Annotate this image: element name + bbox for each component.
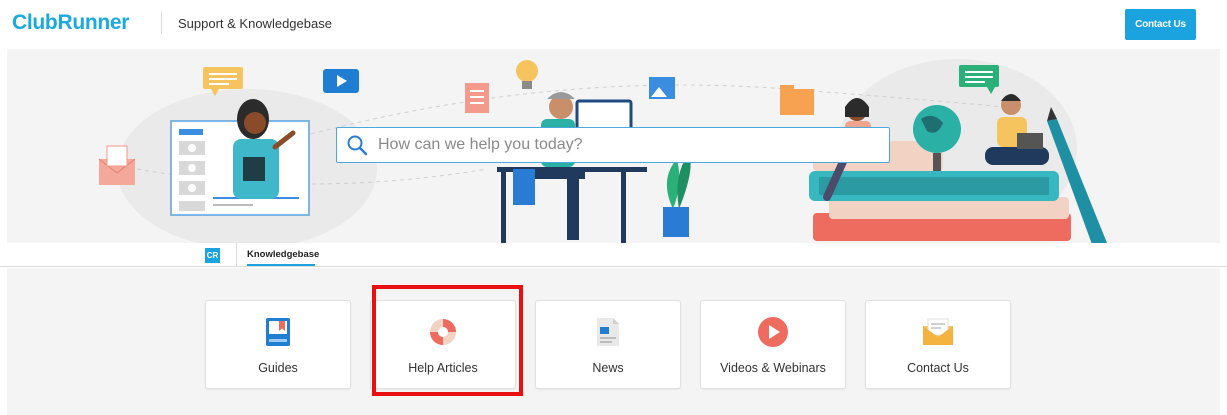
header: ClubRunner Support & Knowledgebase Conta… <box>0 0 1227 48</box>
guides-card[interactable]: Guides <box>205 300 351 389</box>
play-icon <box>757 316 789 348</box>
envelope-icon <box>922 316 954 348</box>
search-icon[interactable] <box>346 134 368 156</box>
knowledgebase-tabs: CR Knowledgebase <box>0 243 1227 267</box>
active-tab-indicator <box>247 264 315 266</box>
header-divider <box>161 12 162 34</box>
help-articles-highlight <box>372 285 523 396</box>
contact-us-button[interactable]: Contact Us <box>1125 9 1196 40</box>
search-box[interactable] <box>336 127 890 163</box>
newspaper-icon <box>592 316 624 348</box>
videos-webinars-card[interactable]: Videos & Webinars <box>700 300 846 389</box>
tab-divider <box>236 243 237 267</box>
contact-us-label: Contact Us <box>907 361 969 375</box>
tab-knowledgebase[interactable]: Knowledgebase <box>247 249 319 260</box>
guides-label: Guides <box>258 361 298 375</box>
site-title[interactable]: Support & Knowledgebase <box>178 16 332 31</box>
news-card[interactable]: News <box>535 300 681 389</box>
clubrunner-logo[interactable]: ClubRunner <box>12 11 129 35</box>
folder-icon <box>780 89 814 115</box>
contact-us-card[interactable]: Contact Us <box>865 300 1011 389</box>
search-input[interactable] <box>378 136 868 154</box>
cr-badge: CR <box>205 248 220 263</box>
page: ClubRunner Support & Knowledgebase Conta… <box>0 0 1227 415</box>
videos-webinars-label: Videos & Webinars <box>720 361 826 375</box>
book-icon <box>262 316 294 348</box>
news-label: News <box>592 361 624 375</box>
lightbulb-icon <box>516 60 538 82</box>
